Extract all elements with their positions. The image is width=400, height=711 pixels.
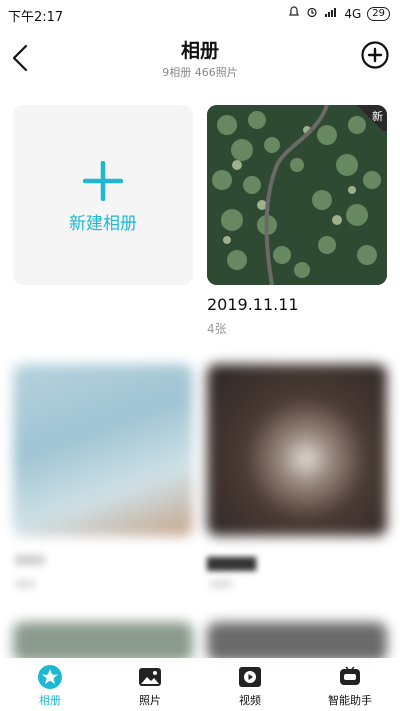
blurred-album-thumbnail[interactable]: [13, 622, 193, 662]
alarm-icon: [306, 6, 318, 21]
tab-albums[interactable]: 相册: [0, 658, 100, 711]
tab-label: 视频: [239, 694, 261, 707]
album-count: 4张: [207, 322, 227, 336]
blurred-album-thumbnail[interactable]: [207, 622, 387, 662]
blurred-album-thumbnail[interactable]: [207, 364, 387, 536]
battery-icon: 29: [367, 6, 390, 21]
blurred-album-name: ▆▆▆▆: [207, 552, 257, 571]
header: 相册 9相册 466照片: [0, 28, 400, 88]
add-button[interactable]: [360, 40, 390, 70]
album-thumbnail[interactable]: 新: [207, 105, 387, 285]
new-badge-label: 新: [372, 110, 383, 123]
new-badge: 新: [353, 105, 387, 131]
forest-photo: [207, 105, 387, 285]
tab-label: 照片: [139, 694, 161, 707]
photo-icon: [139, 668, 161, 686]
signal-icon: [324, 6, 338, 21]
plus-circle-icon: [361, 41, 389, 69]
new-album-card[interactable]: 新建相册: [13, 105, 193, 285]
network-type: 4G: [344, 6, 362, 21]
assistant-icon: [340, 666, 360, 685]
bell-icon: [288, 6, 300, 21]
bottom-tab-bar: 相册 照片 视频 智能助手: [0, 658, 400, 711]
status-time: 下午2:17: [8, 10, 64, 25]
status-bar: 下午2:17 4G 29: [0, 0, 400, 28]
tab-videos[interactable]: 视频: [200, 658, 300, 711]
new-album-label: 新建相册: [69, 214, 137, 234]
blurred-album-count: [15, 580, 35, 588]
album-star-icon: [38, 665, 62, 689]
blurred-album-count: [210, 580, 232, 588]
blurred-album-thumbnail[interactable]: [13, 364, 193, 536]
tab-label: 智能助手: [328, 694, 372, 707]
plus-icon: [83, 161, 123, 201]
tab-label: 相册: [39, 694, 61, 707]
video-icon: [239, 667, 261, 687]
album-name[interactable]: 2019.11.11: [207, 295, 299, 314]
page-title: 相册: [180, 40, 219, 62]
status-icons: 4G 29: [288, 6, 390, 21]
tab-photos[interactable]: 照片: [100, 658, 200, 711]
tab-assistant[interactable]: 智能助手: [300, 658, 400, 711]
blurred-album-name: [15, 555, 45, 565]
page-subtitle: 9相册 466照片: [162, 66, 238, 79]
